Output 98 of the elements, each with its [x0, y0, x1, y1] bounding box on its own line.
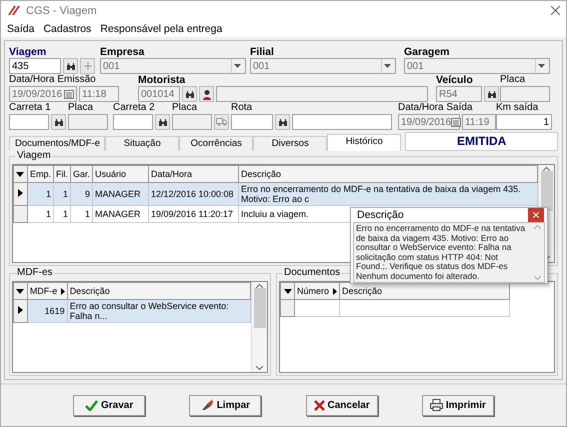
tab[interactable]: Ocorrências — [179, 136, 254, 151]
window-title: CGS - Viagem — [26, 4, 97, 16]
group-title: Viagem — [16, 150, 52, 161]
popup-title: Descrição — [357, 209, 404, 221]
truck-icon — [216, 118, 227, 126]
input-field[interactable] — [113, 114, 153, 130]
field-label: Veículo — [436, 74, 474, 86]
binoculars-button[interactable] — [484, 86, 499, 102]
table-cell: 1619 — [27, 300, 68, 322]
plus-icon — [84, 62, 92, 70]
group-title: Documentos — [283, 267, 342, 278]
close-icon — [533, 212, 539, 218]
action-button[interactable]: Imprimir — [422, 394, 494, 416]
binoculars-icon — [184, 90, 194, 98]
table-cell: 19/09/2016 11:20:17 — [148, 206, 238, 222]
binoculars-button[interactable] — [155, 114, 170, 130]
field-label: Empresa — [100, 46, 146, 58]
table-cell: 12/12/2016 10:00:08 — [148, 182, 238, 206]
binoculars-icon — [486, 90, 496, 98]
input-field[interactable]: 1 — [496, 114, 552, 130]
tab[interactable]: Diversos — [253, 136, 328, 151]
row-pointer-icon — [18, 189, 23, 197]
table-cell: 1 — [27, 182, 54, 206]
field-label: Viagem — [9, 46, 48, 58]
scroll-up-icon[interactable] — [256, 284, 263, 288]
action-button[interactable]: Cancelar — [306, 394, 378, 416]
table-cell: MANAGER — [92, 182, 148, 206]
status-label: EMITIDA — [405, 132, 558, 151]
field-label: Data/Hora Emissão — [9, 74, 97, 86]
person-icon — [202, 88, 212, 100]
column-header[interactable]: Gar. — [70, 166, 92, 182]
table-cell: 9 — [70, 182, 92, 206]
binoculars-icon — [66, 62, 76, 70]
column-header[interactable]: Descrição — [238, 166, 538, 182]
sort-arrow-icon — [333, 288, 337, 294]
column-header[interactable]: Usuário — [92, 166, 148, 182]
printer-icon — [430, 399, 443, 411]
driver-button[interactable] — [199, 86, 214, 102]
menu-item[interactable]: Cadastros — [43, 22, 92, 34]
dropdown-arrow-icon[interactable] — [16, 289, 24, 294]
row-pointer-icon — [18, 306, 23, 314]
binoculars-button[interactable] — [51, 114, 66, 130]
binoculars-button[interactable] — [63, 58, 78, 74]
table-cell: 1 — [70, 206, 92, 222]
table-cell: 1 — [53, 182, 70, 206]
table-cell: 1 — [27, 206, 54, 222]
field-label: Garagem — [404, 46, 451, 58]
close-icon[interactable] — [551, 6, 560, 15]
action-button[interactable]: Gravar — [73, 394, 146, 416]
field-label: Placa — [68, 102, 94, 114]
binoculars-icon — [54, 118, 64, 126]
app-logo-icon — [7, 5, 21, 16]
menu-item[interactable]: Saída — [7, 22, 34, 34]
dropdown-arrow-icon[interactable] — [284, 289, 292, 294]
scroll-down-icon[interactable] — [256, 366, 263, 370]
tab[interactable]: Documentos/MDF-e — [9, 136, 106, 151]
column-header[interactable]: Data/Hora — [148, 166, 238, 182]
column-header[interactable]: Número — [294, 282, 340, 300]
table-cell: MANAGER — [92, 206, 148, 222]
scrollbar[interactable] — [251, 282, 267, 372]
sort-arrow-icon — [60, 288, 65, 294]
scroll-thumb[interactable] — [540, 171, 552, 211]
scroll-up-icon[interactable] — [543, 167, 550, 171]
binoculars-icon — [278, 118, 288, 126]
binoculars-button[interactable] — [182, 86, 197, 102]
cross-icon — [314, 400, 324, 410]
field-label: Rota — [231, 102, 254, 114]
field-label: Filial — [250, 46, 275, 58]
table-cell: Erro ao consultar o WebService evento: Falha n... — [67, 300, 250, 322]
description-text: Erro no encerramento do MDF-e na tentativa de baixa da viagem 435. Motivo: Erro ao consultar o WebService evento: Falha na solicitação com status HTTP 404: Not Found.;. Verifique os status dos MDF-es Nenhum documento foi alterado. — [355, 223, 526, 282]
tab[interactable]: Histórico — [327, 134, 402, 151]
column-header[interactable]: Descrição — [67, 282, 250, 300]
field-label: Placa — [500, 74, 526, 86]
column-header[interactable]: Emp. — [27, 166, 54, 182]
field-label: Km saída — [496, 102, 540, 114]
checkmark-icon — [85, 400, 98, 410]
tab[interactable]: Situação — [105, 136, 180, 151]
field-label: Data/Hora Saída — [398, 102, 474, 114]
group-title: MDF-es — [16, 267, 54, 278]
field-label: Carreta 2 — [113, 102, 156, 114]
column-header[interactable]: Fil. — [53, 166, 70, 182]
column-header[interactable]: MDF-e — [27, 282, 68, 300]
dropdown-arrow-icon[interactable] — [16, 172, 24, 177]
binoculars-icon — [158, 118, 168, 126]
field-label: Placa — [172, 102, 198, 114]
table-cell: Erro no encerramento do MDF-e na tentativa de baixa da viagem 435. Motivo: Erro ao c — [238, 182, 538, 206]
scroll-thumb[interactable] — [254, 288, 266, 328]
field-label: Carreta 1 — [9, 102, 52, 114]
menu-item[interactable]: Responsável pela entrega — [100, 22, 222, 34]
action-button[interactable]: Limpar — [189, 394, 262, 416]
input-field[interactable]: 435 — [9, 58, 61, 74]
input-field[interactable] — [231, 114, 273, 130]
close-button[interactable] — [528, 208, 544, 222]
table-cell: 1 — [53, 206, 70, 222]
route-name-field[interactable] — [292, 114, 392, 130]
binoculars-button[interactable] — [275, 114, 290, 130]
field-label: Motorista — [138, 74, 186, 86]
input-field[interactable] — [9, 114, 49, 130]
